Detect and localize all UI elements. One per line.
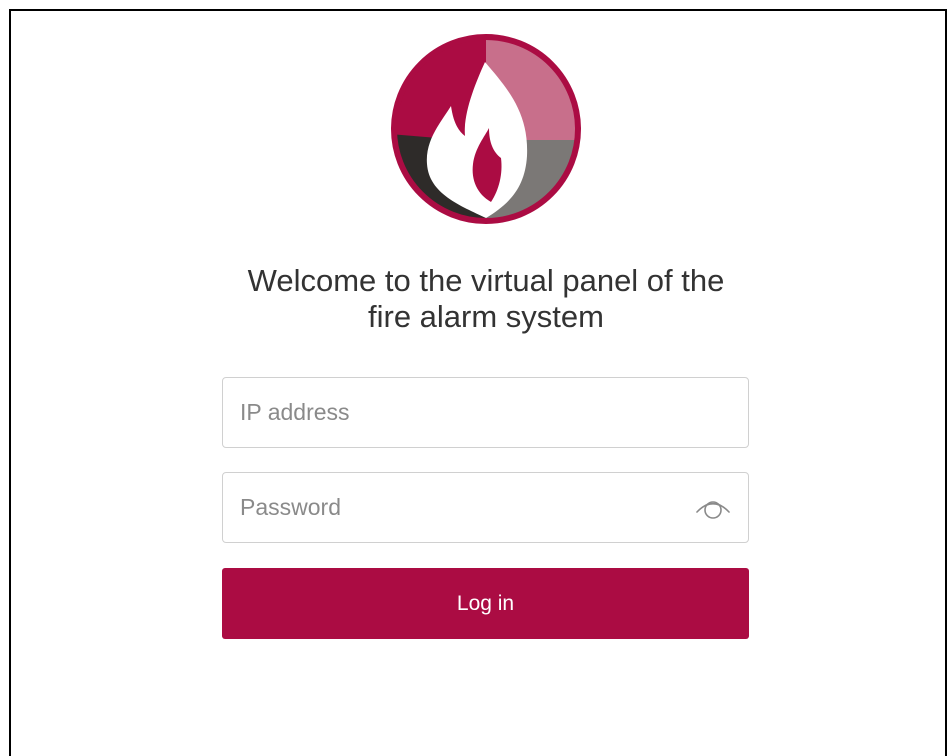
ip-address-input[interactable]: [223, 378, 670, 447]
eye-icon[interactable]: [694, 495, 732, 521]
welcome-line-2: fire alarm system: [368, 299, 604, 334]
ip-address-field-container: [222, 377, 749, 448]
login-button[interactable]: Log in: [222, 568, 749, 639]
welcome-heading: Welcome to the virtual panel of the fire…: [161, 263, 811, 335]
welcome-line-1: Welcome to the virtual panel of the: [247, 263, 725, 298]
login-page: Welcome to the virtual panel of the fire…: [9, 9, 947, 756]
password-input[interactable]: [223, 473, 670, 542]
fire-logo-icon: [391, 34, 581, 224]
password-field-container: [222, 472, 749, 543]
